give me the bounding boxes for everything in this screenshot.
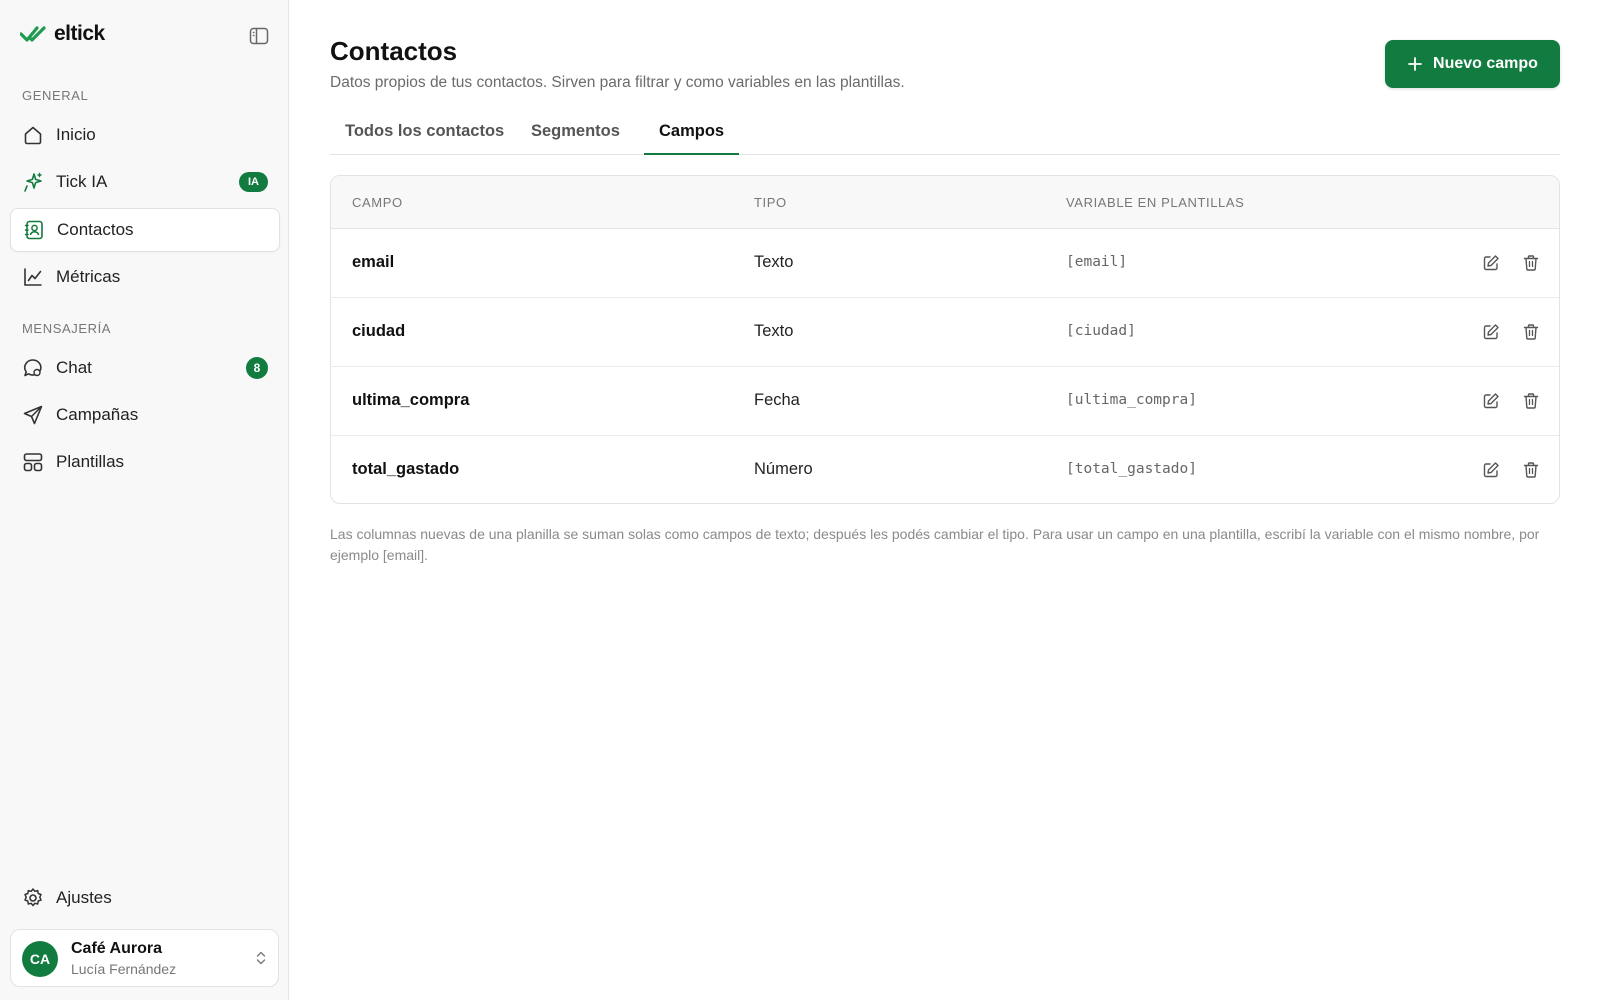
field-variable: [total_gastado] <box>1066 461 1197 477</box>
edit-icon[interactable] <box>1480 459 1502 481</box>
table-row: email Texto [email] <box>331 229 1559 298</box>
contacts-icon <box>23 219 45 241</box>
sidebar-item-metricas[interactable]: Métricas <box>10 255 280 299</box>
main-content: Contactos Datos propios de tus contactos… <box>290 0 1600 1000</box>
sidebar: eltick GENERAL Inicio Tick IA IA Contact… <box>0 0 289 1000</box>
trash-icon[interactable] <box>1520 390 1542 412</box>
gear-icon <box>22 887 44 909</box>
tab-campos[interactable]: Campos <box>644 110 740 155</box>
workspace-switcher[interactable]: CA Café Aurora Lucía Fernández <box>10 929 279 987</box>
tab-segmentos[interactable]: Segmentos <box>516 110 635 155</box>
column-header-variable: VARIABLE EN PLANTILLAS <box>1066 195 1245 210</box>
send-icon <box>22 404 44 426</box>
field-type: Número <box>754 460 813 478</box>
sidebar-item-campanas[interactable]: Campañas <box>10 393 280 437</box>
column-header-tipo: TIPO <box>754 195 787 210</box>
sidebar-item-label: Chat <box>56 358 92 377</box>
sidebar-item-label: Contactos <box>57 220 134 239</box>
home-icon <box>22 124 44 146</box>
edit-icon[interactable] <box>1480 252 1502 274</box>
sidebar-item-label: Plantillas <box>56 452 125 471</box>
sparkle-icon <box>22 171 44 193</box>
sidebar-toggle-icon[interactable] <box>248 26 270 46</box>
new-field-button-label: Nuevo campo <box>1433 55 1538 72</box>
sidebar-item-plantillas[interactable]: Plantillas <box>10 440 280 484</box>
new-field-button[interactable]: Nuevo campo <box>1385 40 1560 88</box>
chevron-up-down-icon <box>254 950 268 971</box>
section-label-general: GENERAL <box>22 88 89 103</box>
tab-todos-los-contactos[interactable]: Todos los contactos <box>330 110 519 155</box>
sidebar-item-label: Métricas <box>56 267 121 286</box>
brand-name: eltick <box>54 22 105 45</box>
tabs: Todos los contactos Segmentos Campos <box>330 110 1560 155</box>
sidebar-item-tick-ia[interactable]: Tick IA IA <box>10 160 280 204</box>
sidebar-item-label: Tick IA <box>56 172 108 191</box>
page-subtitle: Datos propios de tus contactos. Sirven p… <box>330 74 905 91</box>
field-name: total_gastado <box>352 460 460 478</box>
field-variable: [ultima_compra] <box>1066 392 1197 408</box>
table-header: CAMPO TIPO VARIABLE EN PLANTILLAS <box>331 176 1559 229</box>
edit-icon[interactable] <box>1480 321 1502 343</box>
section-label-mensajeria: MENSAJERÍA <box>22 321 112 336</box>
chart-icon <box>22 266 44 288</box>
plus-icon <box>1408 57 1422 71</box>
page-title: Contactos <box>330 36 458 66</box>
table-row: ultima_compra Fecha [ultima_compra] <box>331 367 1559 436</box>
ai-badge: IA <box>239 172 268 192</box>
sidebar-item-label: Inicio <box>56 125 96 144</box>
unread-count-badge: 8 <box>246 357 268 379</box>
sidebar-item-contactos[interactable]: Contactos <box>10 208 280 252</box>
field-type: Fecha <box>754 391 800 409</box>
table-row: total_gastado Número [total_gastado] <box>331 436 1559 503</box>
sidebar-item-inicio[interactable]: Inicio <box>10 113 280 157</box>
field-variable: [ciudad] <box>1066 323 1136 339</box>
field-name: ciudad <box>352 322 406 340</box>
chat-icon <box>22 357 44 379</box>
field-name: ultima_compra <box>352 391 470 409</box>
templates-icon <box>22 451 44 473</box>
field-name: email <box>352 253 395 271</box>
table-row: ciudad Texto [ciudad] <box>331 298 1559 367</box>
sidebar-item-chat[interactable]: Chat 8 <box>10 346 280 390</box>
fields-table: CAMPO TIPO VARIABLE EN PLANTILLAS email … <box>330 175 1560 504</box>
double-check-logo-icon <box>20 26 46 42</box>
trash-icon[interactable] <box>1520 321 1542 343</box>
sidebar-item-ajustes[interactable]: Ajustes <box>10 876 280 920</box>
field-variable: [email] <box>1066 254 1128 270</box>
sidebar-item-label: Ajustes <box>56 888 112 907</box>
brand-logo[interactable]: eltick <box>20 22 105 46</box>
trash-icon[interactable] <box>1520 252 1542 274</box>
sidebar-item-label: Campañas <box>56 405 139 424</box>
workspace-user: Lucía Fernández <box>71 961 177 977</box>
trash-icon[interactable] <box>1520 459 1542 481</box>
column-header-campo: CAMPO <box>352 195 403 210</box>
field-type: Texto <box>754 322 794 340</box>
edit-icon[interactable] <box>1480 390 1502 412</box>
avatar: CA <box>22 941 58 977</box>
workspace-name: Café Aurora <box>71 940 162 957</box>
help-text: Las columnas nuevas de una planilla se s… <box>330 526 1540 563</box>
field-type: Texto <box>754 253 794 271</box>
